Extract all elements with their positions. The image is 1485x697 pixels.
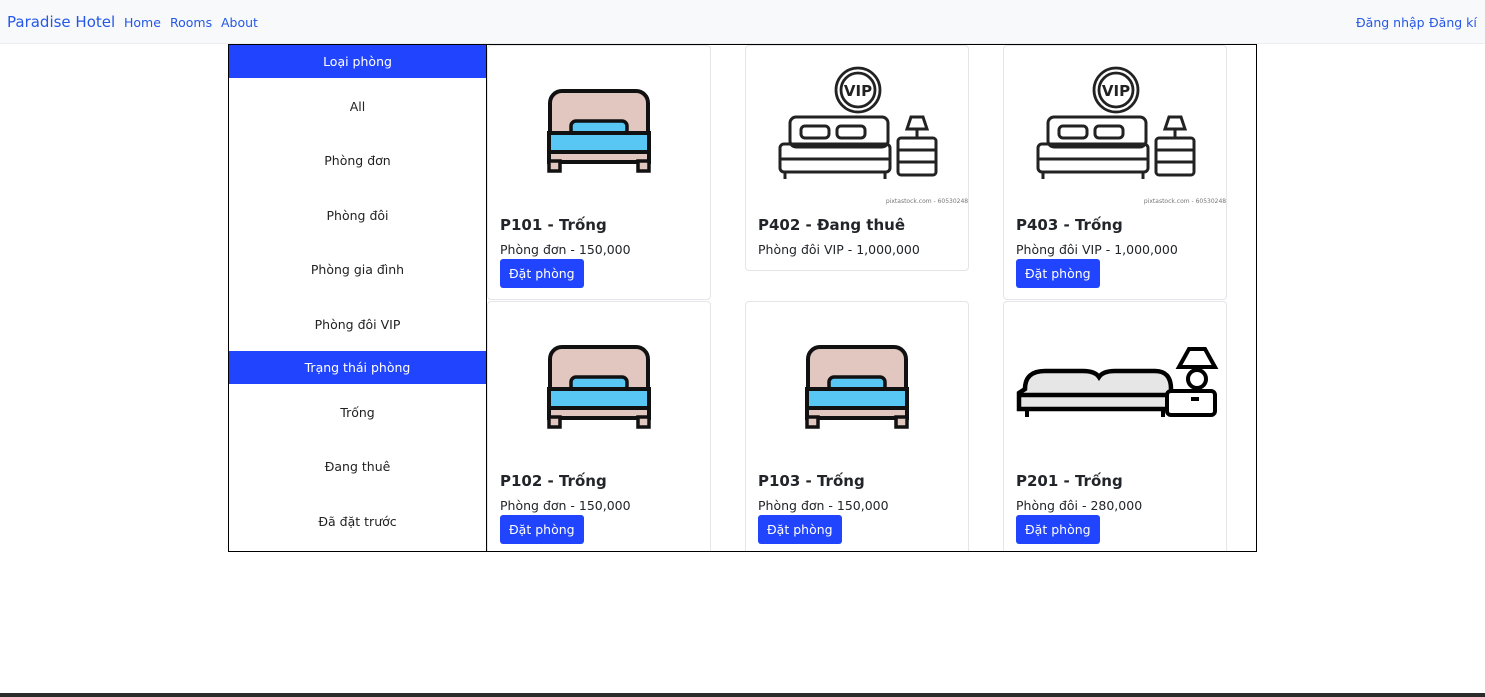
register-link[interactable]: Đăng kí — [1429, 15, 1477, 30]
image-watermark: pixtastock.com - 60530248 — [1144, 198, 1226, 205]
filter-type-double-vip[interactable]: Phòng đôi VIP — [229, 317, 486, 332]
filter-type-family[interactable]: Phòng gia đình — [229, 262, 486, 277]
single-bed-icon — [747, 303, 969, 463]
brand-logo-link[interactable]: Paradise Hotel — [7, 13, 115, 31]
filter-status-rented[interactable]: Đang thuê — [229, 459, 486, 474]
status-heading: Trạng thái phòng — [229, 351, 486, 384]
filter-type-double[interactable]: Phòng đôi — [229, 208, 486, 223]
book-room-button[interactable]: Đặt phòng — [758, 515, 842, 544]
login-link[interactable]: Đăng nhập — [1356, 15, 1425, 30]
nav-link-home[interactable]: Home — [124, 15, 161, 30]
room-card: P103 - Trống Phòng đơn - 150,000 Đặt phò… — [745, 301, 969, 551]
filter-type-all[interactable]: All — [229, 99, 486, 114]
room-card: P101 - Trống Phòng đơn - 150,000 Đặt phò… — [487, 45, 711, 300]
room-type-heading: Loại phòng — [229, 45, 486, 78]
single-bed-icon — [489, 303, 711, 463]
single-bed-icon — [489, 47, 711, 207]
room-info: Phòng đơn - 150,000 — [500, 242, 631, 257]
filter-status-available[interactable]: Trống — [229, 405, 486, 420]
room-info: Phòng đôi VIP - 1,000,000 — [758, 242, 920, 257]
filter-sidebar: Loại phòng All Phòng đơn Phòng đôi Phòng… — [229, 45, 487, 551]
vip-bed-icon: VIP pixtastock.com - 60530248 — [1005, 47, 1227, 207]
filter-status-reserved[interactable]: Đã đặt trước — [229, 514, 486, 529]
room-title: P101 - Trống — [500, 216, 607, 234]
room-info: Phòng đơn - 150,000 — [500, 498, 631, 513]
room-title: P403 - Trống — [1016, 216, 1123, 234]
room-card: P201 - Trống Phòng đôi - 280,000 Đặt phò… — [1003, 301, 1227, 551]
nav-link-rooms[interactable]: Rooms — [170, 15, 212, 30]
room-title: P201 - Trống — [1016, 472, 1123, 490]
page: Paradise Hotel Home Rooms About Đăng nhậ… — [0, 0, 1485, 693]
room-card: VIP — [745, 45, 969, 271]
vip-bed-icon: VIP pixtastock.com - 60530248 — [747, 47, 969, 207]
room-card: VIP — [1003, 45, 1227, 300]
nav-link-about[interactable]: About — [221, 15, 258, 30]
book-room-button[interactable]: Đặt phòng — [1016, 259, 1100, 288]
book-room-button[interactable]: Đặt phòng — [500, 515, 584, 544]
svg-text:VIP: VIP — [1102, 82, 1130, 100]
double-bed-lamp-icon — [1005, 303, 1227, 463]
image-watermark: pixtastock.com - 60530248 — [886, 198, 968, 205]
room-card: P102 - Trống Phòng đơn - 150,000 Đặt phò… — [487, 301, 711, 551]
svg-text:VIP: VIP — [844, 82, 872, 100]
top-navbar: Paradise Hotel Home Rooms About Đăng nhậ… — [0, 0, 1485, 44]
room-info: Phòng đôi - 280,000 — [1016, 498, 1143, 513]
room-title: P102 - Trống — [500, 472, 607, 490]
room-title: P103 - Trống — [758, 472, 865, 490]
rooms-panel: Loại phòng All Phòng đơn Phòng đôi Phòng… — [228, 44, 1257, 552]
filter-type-single[interactable]: Phòng đơn — [229, 153, 486, 168]
room-grid: P101 - Trống Phòng đơn - 150,000 Đặt phò… — [487, 45, 1256, 551]
room-info: Phòng đơn - 150,000 — [758, 498, 889, 513]
book-room-button[interactable]: Đặt phòng — [1016, 515, 1100, 544]
room-info: Phòng đôi VIP - 1,000,000 — [1016, 242, 1178, 257]
room-title: P402 - Đang thuê — [758, 216, 906, 234]
book-room-button[interactable]: Đặt phòng — [500, 259, 584, 288]
